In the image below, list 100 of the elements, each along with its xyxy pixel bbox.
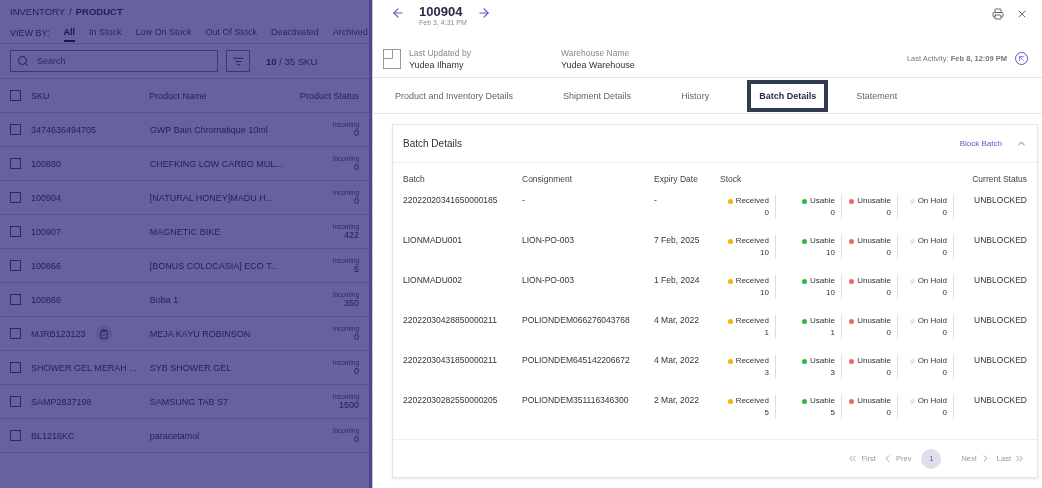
column-header: Consignment	[522, 174, 574, 184]
product-name: CHEFKING LOW CARBO MUL...	[149, 158, 284, 169]
batch-status: UNBLOCKED	[973, 195, 1027, 205]
stock-label: Usable	[810, 315, 835, 327]
double-chevron-left-icon	[847, 453, 859, 464]
stock-label: Usable	[810, 195, 835, 207]
product-name: paracetamol	[149, 430, 201, 441]
breadcrumb-link[interactable]: INVENTORY	[10, 5, 66, 17]
product-name: [BONUS COLOCASIA] ECO T...	[149, 260, 280, 271]
clipboard-icon[interactable]	[95, 325, 112, 342]
consignment: LION-PO-003	[522, 235, 575, 245]
sku-text: BL1216KC	[31, 430, 75, 441]
stock-label: Unusable	[857, 275, 891, 287]
stock-value: 3	[764, 367, 769, 379]
filter-button[interactable]	[226, 50, 250, 72]
status-value: 350	[343, 298, 359, 308]
row-checkbox[interactable]	[10, 124, 21, 135]
close-icon[interactable]	[1016, 8, 1028, 20]
row-checkbox[interactable]	[10, 192, 21, 203]
consignment: POLIONDEM066276043768	[522, 315, 631, 325]
sku-text: 100880	[31, 158, 62, 169]
image-placeholder-icon	[383, 48, 401, 69]
batch-status: UNBLOCKED	[973, 235, 1027, 245]
product-name: SAMSUNG TAB S7	[149, 396, 230, 407]
sku-count: 10 / 35 SKU	[266, 55, 318, 67]
stock-value: 0	[942, 247, 947, 259]
consignment: POLIONDEM645142206672	[522, 355, 631, 365]
stock-label: Usable	[810, 395, 835, 407]
stock-value: 0	[886, 327, 891, 339]
sku-text: MJRB123123	[31, 328, 86, 339]
stock-value: 0	[886, 207, 891, 219]
stock-label: On Hold	[917, 195, 947, 207]
stock-label: Unusable	[857, 355, 891, 367]
product-name: GWP Bain Chromatique 10ml	[149, 124, 269, 135]
row-checkbox[interactable]	[10, 158, 21, 169]
search-icon	[17, 55, 29, 67]
product-name: [NATURAL HONEY]MADU H...	[149, 192, 275, 203]
info-label: Last Updated by	[409, 47, 472, 58]
expiry-date: 2 Mar, 2022	[654, 395, 700, 405]
consignment: -	[522, 195, 526, 205]
stock-label: Usable	[810, 235, 835, 247]
row-checkbox[interactable]	[10, 430, 21, 441]
batch-number: 22022030431850000211	[403, 355, 498, 365]
info-value: Yudea Ilhamy	[409, 59, 465, 70]
batch-number: LIONMADU001	[403, 235, 464, 245]
row-checkbox[interactable]	[10, 260, 21, 271]
row-checkbox[interactable]	[10, 362, 21, 373]
row-checkbox[interactable]	[10, 396, 21, 407]
stock-label: On Hold	[917, 235, 947, 247]
stock-value: 10	[826, 247, 835, 259]
status-value: 1500	[338, 400, 359, 410]
row-checkbox[interactable]	[10, 226, 21, 237]
stock-value: 0	[886, 367, 891, 379]
stock-label: On Hold	[917, 395, 947, 407]
column-header: Product Name	[148, 90, 208, 101]
back-arrow-icon[interactable]	[391, 6, 405, 20]
filter-icon	[232, 55, 244, 67]
stock-value: 0	[942, 327, 947, 339]
info-label: Warehouse Name	[561, 47, 631, 58]
stock-value: 3	[830, 367, 835, 379]
forward-arrow-icon[interactable]	[476, 6, 491, 20]
stock-value: 10	[826, 287, 835, 299]
sku-text: SAMP2837198	[31, 396, 92, 407]
consignment: LION-PO-003	[522, 275, 575, 285]
stock-value: 0	[942, 207, 947, 219]
print-icon[interactable]	[992, 8, 1004, 20]
stock-label: Received	[735, 315, 769, 327]
sku-text: 100904	[31, 192, 62, 203]
stock-label: Received	[735, 355, 769, 367]
sku-text: 100907	[31, 226, 62, 237]
filter-tab[interactable]: Archived	[332, 23, 368, 42]
stock-label: Unusable	[857, 235, 891, 247]
stock-label: Received	[735, 395, 769, 407]
filter-tab[interactable]: Deactivated	[271, 23, 319, 42]
stock-label: Received	[735, 195, 769, 207]
stock-label: Usable	[810, 355, 835, 367]
select-all-checkbox[interactable]	[10, 90, 21, 101]
block-batch-link[interactable]: Block Batch	[959, 139, 1002, 148]
stock-value: 10	[760, 287, 769, 299]
stock-value: 0	[886, 287, 891, 299]
product-name: SYB SHOWER GEL	[149, 362, 233, 373]
stock-value: 1	[830, 327, 835, 339]
stock-label: On Hold	[917, 315, 947, 327]
column-header: Expiry Date	[654, 174, 699, 184]
stock-label: On Hold	[917, 275, 947, 287]
filter-tab[interactable]: All	[63, 23, 76, 42]
stock-value: 5	[830, 407, 835, 419]
product-title: 100904	[419, 4, 464, 19]
card-title: Batch Details	[403, 138, 462, 149]
tab[interactable]: Batch Details	[747, 79, 829, 112]
sku-text: 3474636494705	[31, 124, 97, 135]
view-by-label: VIEW BY:	[10, 27, 50, 38]
row-checkbox[interactable]	[10, 328, 21, 339]
row-checkbox[interactable]	[10, 294, 21, 305]
info-value: Yudea Warehouse	[561, 59, 636, 70]
expiry-date: 4 Mar, 2022	[654, 355, 700, 365]
batch-status: UNBLOCKED	[973, 355, 1027, 365]
breadcrumb-current: PRODUCT	[75, 5, 123, 17]
column-header: Batch	[403, 174, 426, 184]
batch-number: 22022020341650000185	[403, 195, 499, 205]
